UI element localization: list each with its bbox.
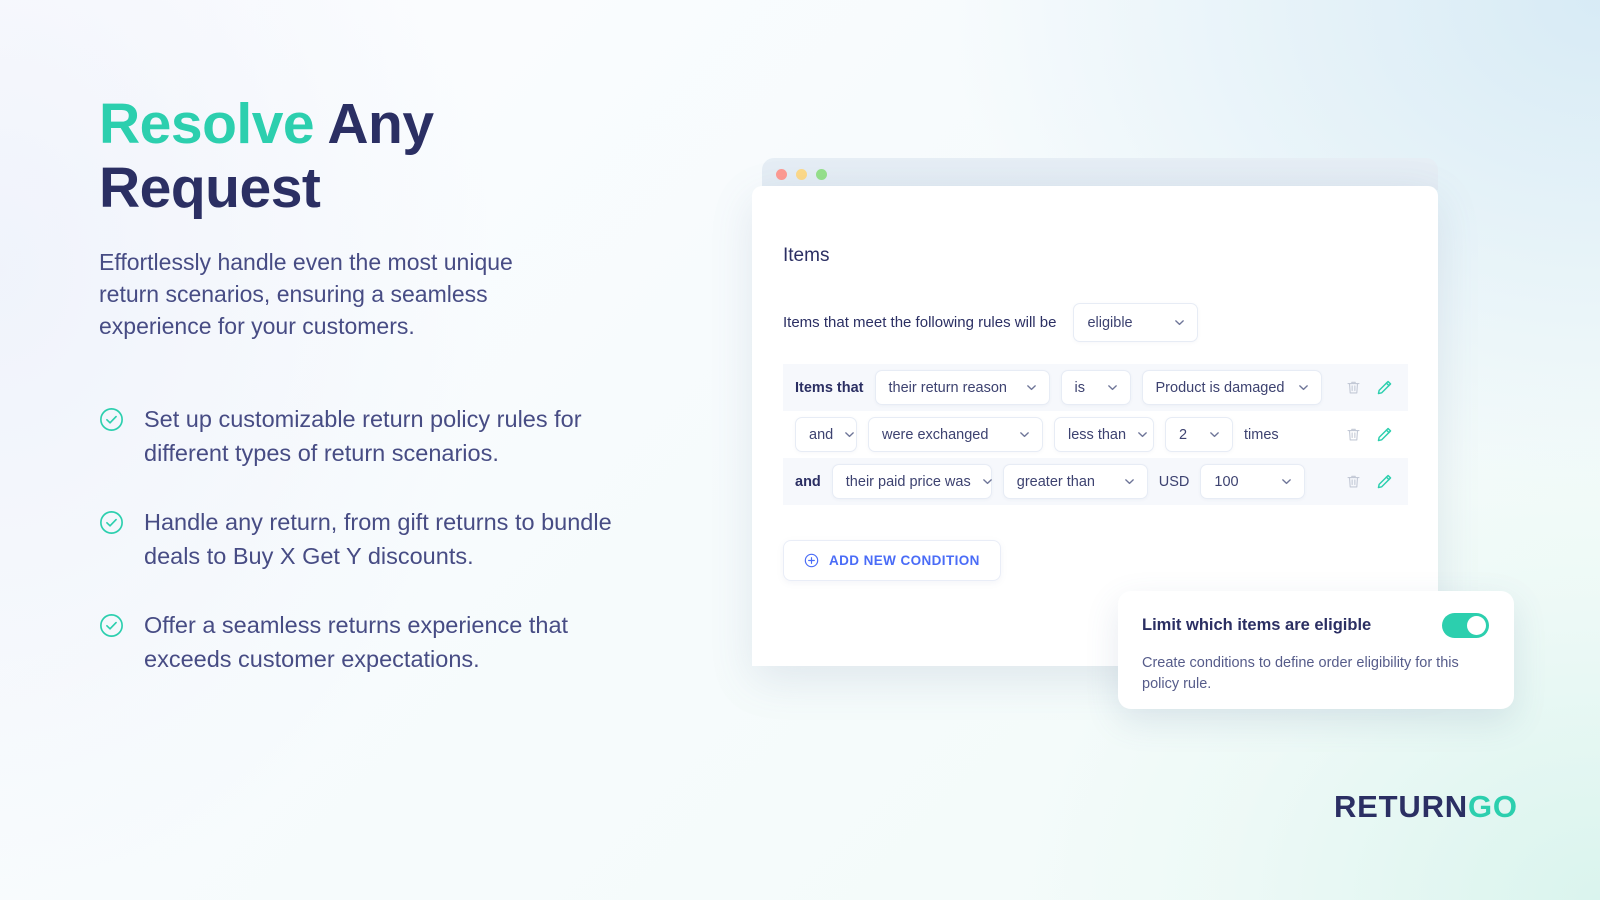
window-maximize-dot[interactable] — [816, 168, 827, 180]
condition-value-select[interactable]: Product is damaged — [1141, 370, 1322, 405]
row-actions — [1345, 473, 1408, 490]
list-item: Set up customizable return policy rules … — [99, 402, 659, 470]
list-item-label: Offer a seamless returns experience that… — [144, 612, 569, 672]
condition-operator-select[interactable]: greater than — [1002, 464, 1148, 499]
list-item: Handle any return, from gift returns to … — [99, 505, 659, 573]
condition-operator-select[interactable]: is — [1060, 370, 1131, 405]
chevron-down-icon — [981, 475, 994, 488]
page-title: Resolve Any Request — [99, 92, 659, 220]
condition-value-text: 2 — [1179, 426, 1188, 443]
list-item-label: Handle any return, from gift returns to … — [144, 509, 612, 569]
condition-currency-label: USD — [1158, 473, 1190, 490]
logo-text-accent: GO — [1467, 789, 1518, 824]
chevron-down-icon — [1208, 428, 1221, 441]
hero-column: Resolve Any Request Effortlessly handle … — [99, 92, 659, 676]
condition-lead-label: and — [795, 473, 821, 490]
conditions-list: Items that their return reason is Produc… — [783, 364, 1408, 505]
pencil-icon[interactable] — [1376, 379, 1393, 396]
limit-items-card-description: Create conditions to define order eligib… — [1142, 655, 1459, 692]
condition-field-value: their paid price was — [845, 473, 971, 490]
chevron-down-icon — [1173, 316, 1186, 329]
condition-field-select[interactable]: were exchanged — [868, 417, 1043, 452]
condition-operator-select[interactable]: less than — [1054, 417, 1154, 452]
trash-icon[interactable] — [1345, 473, 1362, 490]
returngo-logo: RETURNGO — [1334, 789, 1518, 825]
eligibility-rule-line: Items that meet the following rules will… — [783, 303, 1199, 342]
condition-field-value: were exchanged — [882, 426, 989, 443]
condition-connector-select[interactable]: and — [795, 417, 857, 452]
pencil-icon[interactable] — [1376, 426, 1393, 443]
headline-accent: Resolve — [99, 92, 315, 156]
window-close-dot[interactable] — [776, 168, 787, 180]
condition-value-text: 100 — [1214, 473, 1239, 490]
add-new-condition-label: ADD NEW CONDITION — [829, 553, 980, 568]
hero-subheading: Effortlessly handle even the most unique… — [99, 249, 513, 339]
condition-field-select[interactable]: their paid price was — [831, 464, 994, 499]
logo-text-dark: RETURN — [1334, 789, 1468, 824]
list-item: Offer a seamless returns experience that… — [99, 608, 659, 676]
chevron-down-icon — [1297, 381, 1310, 394]
panel-title: Items — [783, 245, 830, 266]
check-circle-icon — [99, 407, 124, 432]
add-new-condition-button[interactable]: ADD NEW CONDITION — [783, 540, 1001, 581]
limit-items-toggle[interactable] — [1442, 613, 1489, 638]
feature-list: Set up customizable return policy rules … — [99, 402, 659, 676]
chevron-down-icon — [1025, 381, 1038, 394]
condition-operator-value: is — [1074, 379, 1085, 396]
condition-lead-label: Items that — [795, 379, 864, 396]
pencil-icon[interactable] — [1376, 473, 1393, 490]
condition-lead-label: and — [809, 426, 834, 443]
limit-items-card-header: Limit which items are eligible — [1142, 613, 1489, 638]
condition-value-select[interactable]: 100 — [1200, 464, 1306, 499]
condition-value-text: Product is damaged — [1155, 379, 1285, 396]
condition-operator-value: greater than — [1016, 473, 1095, 490]
chevron-down-icon — [843, 428, 856, 441]
check-circle-icon — [99, 510, 124, 535]
table-row: Items that their return reason is Produc… — [783, 364, 1408, 411]
trash-icon[interactable] — [1345, 379, 1362, 396]
table-row: and were exchanged less than 2 times — [783, 411, 1408, 458]
table-row: and their paid price was greater than US… — [783, 458, 1408, 505]
condition-unit-suffix: times — [1244, 426, 1279, 443]
condition-field-select[interactable]: their return reason — [874, 370, 1050, 405]
limit-items-card: Limit which items are eligible Create co… — [1118, 591, 1514, 709]
plus-circle-icon — [804, 553, 819, 568]
chevron-down-icon — [1280, 475, 1293, 488]
list-item-label: Set up customizable return policy rules … — [144, 406, 582, 466]
app-window: Items Items that meet the following rule… — [752, 158, 1438, 666]
chevron-down-icon — [1136, 428, 1149, 441]
row-actions — [1345, 426, 1408, 443]
window-minimize-dot[interactable] — [796, 168, 807, 180]
eligibility-select[interactable]: eligible — [1073, 303, 1199, 342]
condition-value-select[interactable]: 2 — [1165, 417, 1233, 452]
check-circle-icon — [99, 613, 124, 638]
eligibility-rule-label: Items that meet the following rules will… — [783, 314, 1057, 331]
condition-field-value: their return reason — [888, 379, 1007, 396]
condition-operator-value: less than — [1068, 426, 1127, 443]
row-actions — [1345, 379, 1408, 396]
chevron-down-icon — [1123, 475, 1136, 488]
eligibility-select-value: eligible — [1087, 314, 1133, 331]
trash-icon[interactable] — [1345, 426, 1362, 443]
chevron-down-icon — [1106, 381, 1119, 394]
chevron-down-icon — [1018, 428, 1031, 441]
toggle-knob — [1467, 616, 1486, 635]
limit-items-card-title: Limit which items are eligible — [1142, 616, 1372, 634]
